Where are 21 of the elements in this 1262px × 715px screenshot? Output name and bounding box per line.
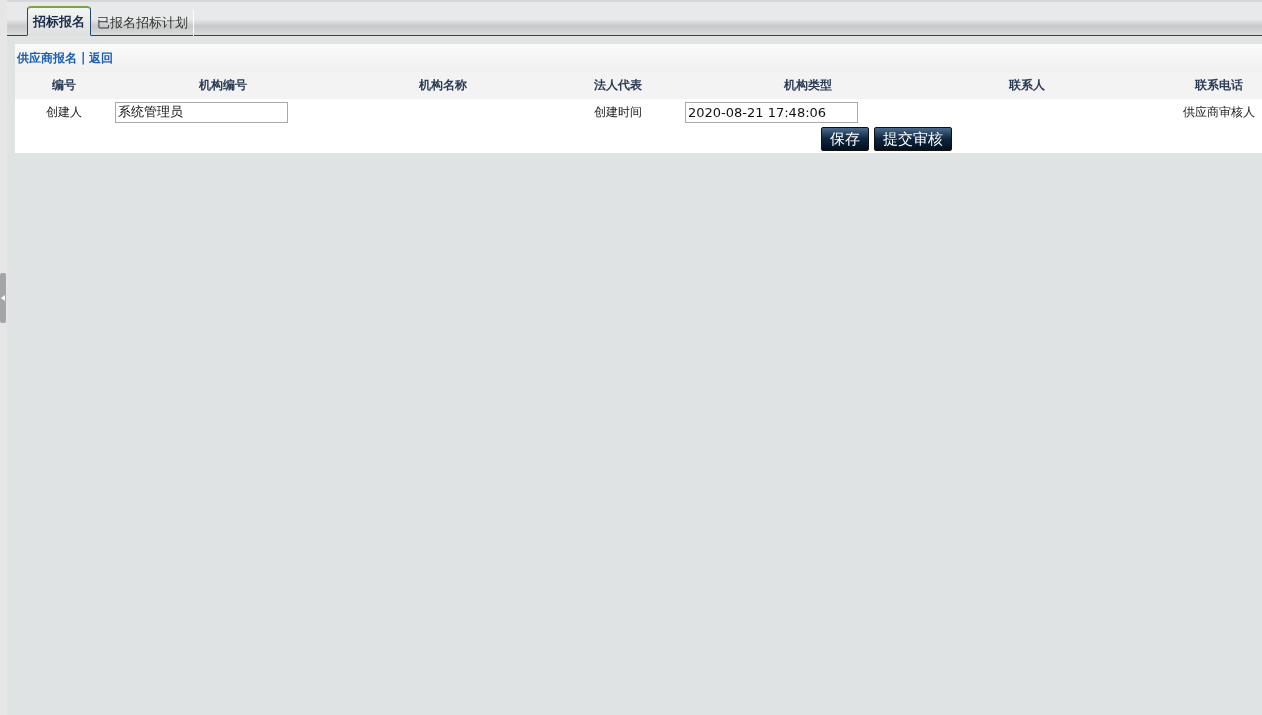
- field-label: 供应商审核人: [1182, 103, 1256, 121]
- collapse-handle[interactable]: [0, 272, 6, 323]
- tab[interactable]: 已报名招标计划: [91, 9, 194, 36]
- column-header: 法人代表: [593, 77, 643, 94]
- tab[interactable]: 招标报名: [27, 6, 91, 36]
- column-header: 机构编号: [198, 77, 248, 94]
- left-arrow-icon: [1, 294, 5, 301]
- field-label: 创建时间: [593, 103, 643, 121]
- column-header: 编号: [51, 77, 77, 94]
- action-button[interactable]: 提交审核: [874, 127, 952, 151]
- separator: |: [81, 51, 86, 65]
- input-field[interactable]: 系统管理员: [115, 101, 288, 123]
- field-label: 创建人: [45, 103, 83, 121]
- nav-link[interactable]: 供应商报名: [17, 49, 77, 67]
- column-header: 机构名称: [418, 77, 468, 94]
- input-field[interactable]: 2020-08-21 17:48:06: [685, 101, 858, 123]
- action-button[interactable]: 保存: [821, 127, 869, 151]
- column-header: 机构类型: [783, 77, 833, 94]
- column-header: 联系人: [1007, 77, 1046, 94]
- column-header: 联系电话: [1193, 77, 1244, 94]
- nav-link[interactable]: 返回: [89, 49, 114, 67]
